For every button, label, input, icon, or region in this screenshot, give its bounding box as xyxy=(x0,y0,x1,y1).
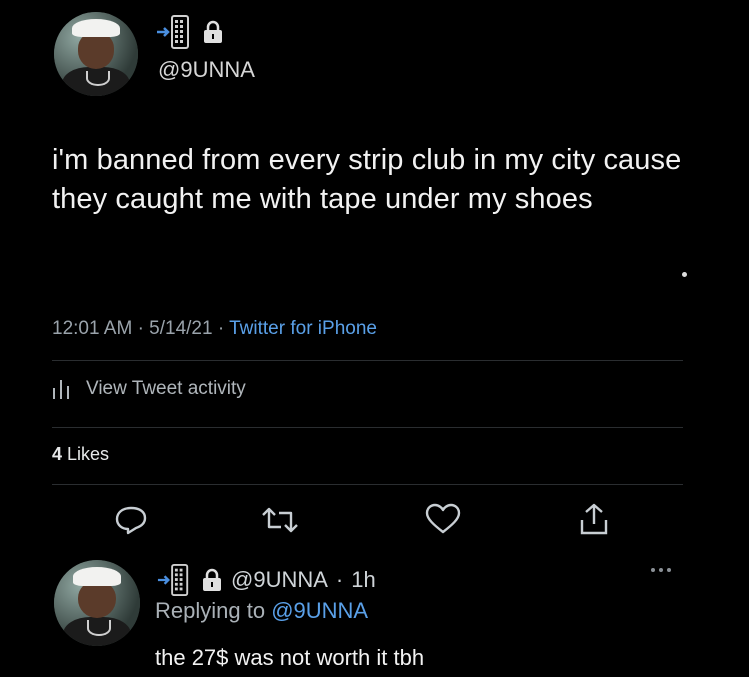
view-activity-button[interactable]: View Tweet activity xyxy=(52,378,246,400)
view-activity-label: View Tweet activity xyxy=(86,378,246,399)
heart-icon[interactable] xyxy=(424,503,462,535)
tweet-time: 12:01 AM xyxy=(52,318,133,339)
tweet-source[interactable]: Twitter for iPhone xyxy=(229,318,377,339)
lock-icon xyxy=(203,568,221,591)
more-dots-icon[interactable] xyxy=(651,568,671,572)
likes-number: 4 xyxy=(52,444,63,464)
reply-age: 1h xyxy=(351,567,376,592)
stray-dot xyxy=(682,272,687,277)
replying-prefix: Replying to xyxy=(155,598,266,623)
replying-to: Replying to @9UNNA xyxy=(155,598,368,624)
likes-label: Likes xyxy=(67,444,110,464)
retweet-icon[interactable] xyxy=(259,505,301,535)
replying-mention[interactable]: @9UNNA xyxy=(271,598,368,623)
lock-icon xyxy=(204,20,222,43)
phone-arrow-icon xyxy=(157,563,189,597)
share-icon[interactable] xyxy=(578,502,610,536)
tweet-meta: 12:01 AM · 5/14/21 · Twitter for iPhone xyxy=(52,318,377,340)
phone-arrow-icon xyxy=(157,15,189,49)
comment-icon[interactable] xyxy=(114,505,148,535)
reply-text: the 27$ was not worth it tbh xyxy=(155,645,425,670)
meta-separator: · xyxy=(137,318,150,339)
divider xyxy=(52,360,683,361)
reply-avatar[interactable] xyxy=(54,560,140,646)
meta-separator: · xyxy=(217,318,230,339)
reply-header: @9UNNA · 1h xyxy=(155,563,376,597)
divider xyxy=(52,427,683,428)
tweet-date: 5/14/21 xyxy=(149,318,213,339)
reply-handle[interactable]: @9UNNA xyxy=(231,567,328,593)
likes-count[interactable]: 4 Likes xyxy=(52,444,109,465)
bar-chart-icon xyxy=(53,380,69,399)
user-handle[interactable]: @9UNNA xyxy=(158,57,255,83)
avatar[interactable] xyxy=(54,12,138,96)
divider xyxy=(52,484,683,485)
tweet-text: i'm banned from every strip club in my c… xyxy=(52,144,682,215)
meta-separator: · xyxy=(335,567,344,592)
